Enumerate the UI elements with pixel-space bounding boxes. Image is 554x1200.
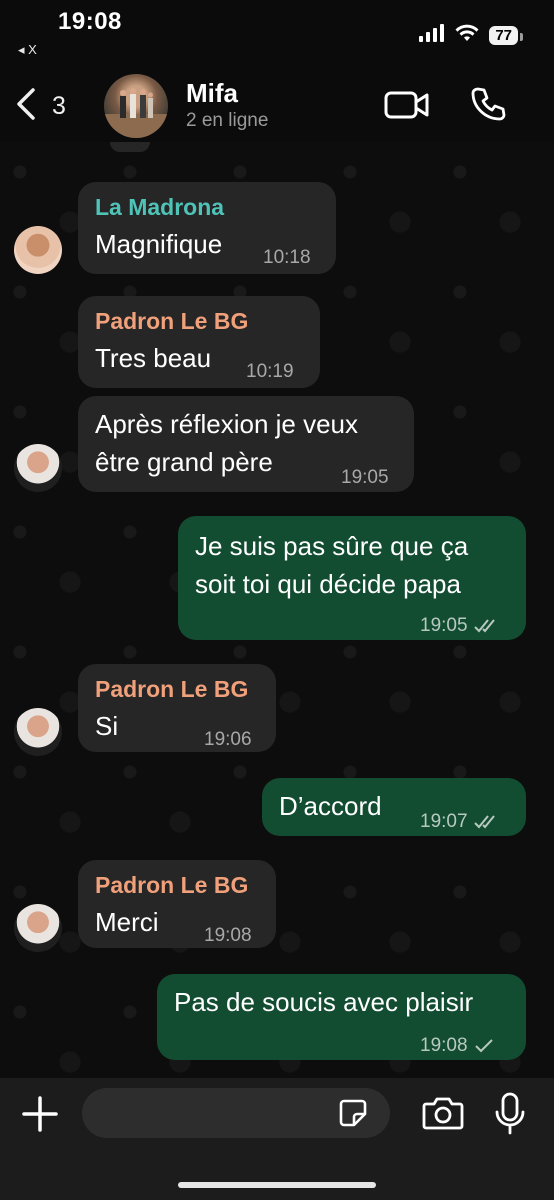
check-icon xyxy=(474,1028,494,1064)
sender-name: Padron Le BG xyxy=(95,872,249,898)
message-text: Tres beau xyxy=(95,343,212,373)
chat-subtitle: 2 en ligne xyxy=(186,110,269,131)
chat-title[interactable]: Mifa xyxy=(186,78,238,109)
message-time: 19:05 xyxy=(341,467,389,488)
message-time: 10:18 xyxy=(263,247,311,268)
plus-icon[interactable] xyxy=(20,1094,60,1134)
message-bubble[interactable]: Padron Le BG Tres beau 10:19 xyxy=(78,296,320,388)
wifi-icon xyxy=(455,24,479,47)
avatar[interactable] xyxy=(14,444,62,492)
previous-message-fragment xyxy=(110,142,150,152)
sender-name: La Madrona xyxy=(95,194,225,220)
composer-bar xyxy=(0,1078,554,1200)
avatar[interactable] xyxy=(14,226,62,274)
chat-header: 3 Mifa 2 en ligne xyxy=(0,66,554,142)
message-time: 10:19 xyxy=(246,361,294,382)
unread-count[interactable]: 3 xyxy=(52,92,66,121)
message-text-line: Je suis pas sûre que ça xyxy=(195,531,469,561)
message-bubble[interactable]: Padron Le BG Merci 19:08 xyxy=(78,860,276,948)
double-check-icon xyxy=(473,804,500,840)
chevron-left-icon[interactable] xyxy=(14,86,38,127)
message-text-line: être grand père xyxy=(95,447,273,477)
message-time: 19:08 xyxy=(204,925,252,946)
message-bubble[interactable]: Pas de soucis avec plaisir 19:08 xyxy=(157,974,526,1060)
video-call-icon[interactable] xyxy=(384,90,430,125)
signal-icon xyxy=(419,24,445,47)
group-avatar[interactable] xyxy=(104,74,168,138)
sender-name: Padron Le BG xyxy=(95,308,249,334)
message-text-line: soit toi qui décide papa xyxy=(195,569,461,599)
message-time: 19:07 xyxy=(420,804,500,840)
message-text: Merci xyxy=(95,907,159,937)
status-time: 19:08 xyxy=(58,8,122,35)
sender-name: Padron Le BG xyxy=(95,676,249,702)
message-text: Pas de soucis avec plaisir xyxy=(174,987,474,1017)
chat-area[interactable]: La Madrona Magnifique 10:18 Padron Le BG… xyxy=(0,142,554,1078)
message-bubble[interactable]: Je suis pas sûre que ça soit toi qui déc… xyxy=(178,516,526,640)
microphone-icon[interactable] xyxy=(494,1092,526,1141)
sticker-icon[interactable] xyxy=(338,1098,368,1133)
message-text: D’accord xyxy=(279,791,382,821)
message-bubble[interactable]: La Madrona Magnifique 10:18 xyxy=(78,182,336,274)
message-bubble[interactable]: Après réflexion je veux être grand père … xyxy=(78,396,414,492)
home-indicator xyxy=(178,1182,376,1188)
message-time: 19:08 xyxy=(420,1028,494,1064)
message-text-line: Après réflexion je veux xyxy=(95,409,359,439)
message-time: 19:05 xyxy=(420,608,500,644)
message-time: 19:06 xyxy=(204,729,252,750)
phone-icon[interactable] xyxy=(470,86,506,127)
message-text: Si xyxy=(95,711,119,741)
battery-indicator: 77 xyxy=(489,26,523,45)
message-text: Magnifique xyxy=(95,229,223,259)
back-to-app-link[interactable]: ◂ X xyxy=(18,42,37,58)
avatar[interactable] xyxy=(14,904,62,952)
status-icons: 77 xyxy=(419,24,523,47)
double-check-icon xyxy=(473,608,500,644)
camera-icon[interactable] xyxy=(422,1096,464,1135)
message-bubble[interactable]: D’accord 19:07 xyxy=(262,778,526,836)
message-bubble[interactable]: Padron Le BG Si 19:06 xyxy=(78,664,276,752)
avatar[interactable] xyxy=(14,708,62,756)
